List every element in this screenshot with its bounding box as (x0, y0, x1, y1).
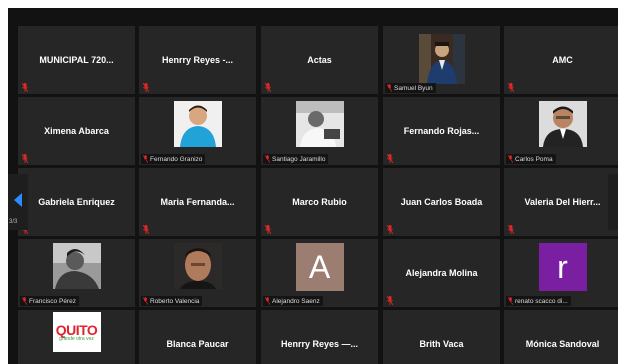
mic-muted-icon (507, 155, 514, 163)
quito-logo: QUITO grande otra vez (52, 312, 101, 352)
participant-tile[interactable]: r renato scacco di... (504, 239, 618, 307)
participant-label: Santiago Jaramillo (263, 154, 329, 164)
participant-tile[interactable]: QUITO grande otra vez (18, 310, 135, 364)
participant-name: Francisco Pérez (29, 297, 76, 305)
participant-avatar: A (295, 243, 344, 291)
participant-tile[interactable]: Carlos Poma (504, 97, 618, 165)
participant-name: Actas (307, 55, 332, 65)
chevron-left-icon (14, 193, 22, 207)
mic-muted-icon (142, 297, 149, 305)
participant-name: Gabriela Enriquez (38, 197, 115, 207)
mic-muted-icon (387, 154, 393, 163)
participant-name: Santiago Jaramillo (272, 155, 326, 163)
mic-muted-icon (508, 225, 514, 234)
participant-label: Francisco Pérez (20, 296, 79, 306)
participant-tile[interactable]: Maria Fernanda... (139, 168, 256, 236)
participant-tile[interactable]: Ximena Abarca (18, 97, 135, 165)
participant-tile[interactable]: Roberto Valencia (139, 239, 256, 307)
participant-tile[interactable]: AMC (504, 26, 618, 94)
participant-name: Valeria Del Hierr... (524, 197, 601, 207)
participant-name: Mónica Sandoval (525, 339, 600, 349)
mic-muted-icon (265, 225, 271, 234)
participant-name: MUNICIPAL 720... (39, 55, 114, 65)
participant-name: Fernando Rojas... (403, 126, 480, 136)
mic-muted-icon (21, 297, 28, 305)
participant-tile[interactable]: Brith Vaca (383, 310, 500, 364)
participant-tile[interactable]: Samuel Byun (383, 26, 500, 94)
mic-muted-icon (508, 83, 514, 92)
mic-muted-icon (143, 225, 149, 234)
participant-tile[interactable]: Fernando Rojas... (383, 97, 500, 165)
participant-photo (173, 243, 222, 289)
mic-muted-icon (264, 155, 271, 163)
participant-tile[interactable]: Francisco Pérez (18, 239, 135, 307)
participant-tile[interactable]: A Alejandro Saenz (261, 239, 378, 307)
participant-name: Henrry Reyes -... (161, 55, 234, 65)
participant-name: Roberto Valencia (150, 297, 200, 305)
mic-muted-icon (22, 83, 28, 92)
mic-muted-icon (264, 297, 271, 305)
participant-label: Carlos Poma (506, 154, 556, 164)
participant-photo (418, 34, 465, 84)
participant-label: Samuel Byun (385, 83, 436, 93)
participant-tile[interactable]: Mónica Sandoval (504, 310, 618, 364)
participant-name: Juan Carlos Boada (400, 197, 483, 207)
mic-muted-icon (22, 154, 28, 163)
participant-avatar: r (538, 243, 587, 291)
participant-name: Maria Fernanda... (160, 197, 235, 207)
participant-tile[interactable]: Santiago Jaramillo (261, 97, 378, 165)
mic-muted-icon (265, 83, 271, 92)
participant-name: Carlos Poma (515, 155, 553, 163)
participant-name: Fernando Granizo (150, 155, 203, 163)
logo-subtext: grande otra vez (59, 336, 94, 342)
participant-tile[interactable]: Actas (261, 26, 378, 94)
participant-tile[interactable]: Gabriela Enriquez (18, 168, 135, 236)
participant-photo (52, 243, 101, 289)
participant-name: Alejandro Saenz (272, 297, 320, 305)
page-indicator: 3/3 (9, 219, 18, 225)
participant-tile[interactable]: Alejandra Molina (383, 239, 500, 307)
participant-photo (538, 101, 587, 147)
mic-muted-icon (386, 84, 393, 92)
mic-muted-icon (387, 225, 393, 234)
mic-muted-icon (143, 83, 149, 92)
participant-tile[interactable]: Marco Rubio (261, 168, 378, 236)
mic-muted-icon (507, 297, 514, 305)
participant-label: renato scacco di... (506, 296, 571, 306)
mic-muted-icon (142, 155, 149, 163)
participant-name: Brith Vaca (419, 339, 464, 349)
participant-tile[interactable]: Fernando Granizo (139, 97, 256, 165)
participant-label: Roberto Valencia (141, 296, 203, 306)
participant-name: renato scacco di... (515, 297, 568, 305)
participant-photo (295, 101, 344, 147)
participant-name: Henrry Reyes —... (280, 339, 359, 349)
participant-tile[interactable]: MUNICIPAL 720... (18, 26, 135, 94)
participant-tile[interactable]: Juan Carlos Boada (383, 168, 500, 236)
participant-name: Alejandra Molina (405, 268, 478, 278)
participant-label: Fernando Granizo (141, 154, 206, 164)
participant-name: Marco Rubio (292, 197, 347, 207)
participant-label: Alejandro Saenz (263, 296, 323, 306)
participant-name: Samuel Byun (394, 84, 433, 92)
participant-name: Ximena Abarca (44, 126, 109, 136)
mic-muted-icon (387, 296, 393, 305)
participant-tile[interactable]: Henrry Reyes —... (261, 310, 378, 364)
participant-photo (173, 101, 222, 147)
participant-name: Blanca Paucar (166, 339, 229, 349)
participant-tile[interactable]: Henrry Reyes -... (139, 26, 256, 94)
participant-tile[interactable]: Blanca Paucar (139, 310, 256, 364)
participant-tile[interactable]: Valeria Del Hierr... (504, 168, 618, 236)
next-page-button[interactable] (608, 174, 618, 230)
participant-name: AMC (552, 55, 573, 65)
video-gallery: MUNICIPAL 720... Henrry Reyes -... Actas… (8, 8, 618, 364)
